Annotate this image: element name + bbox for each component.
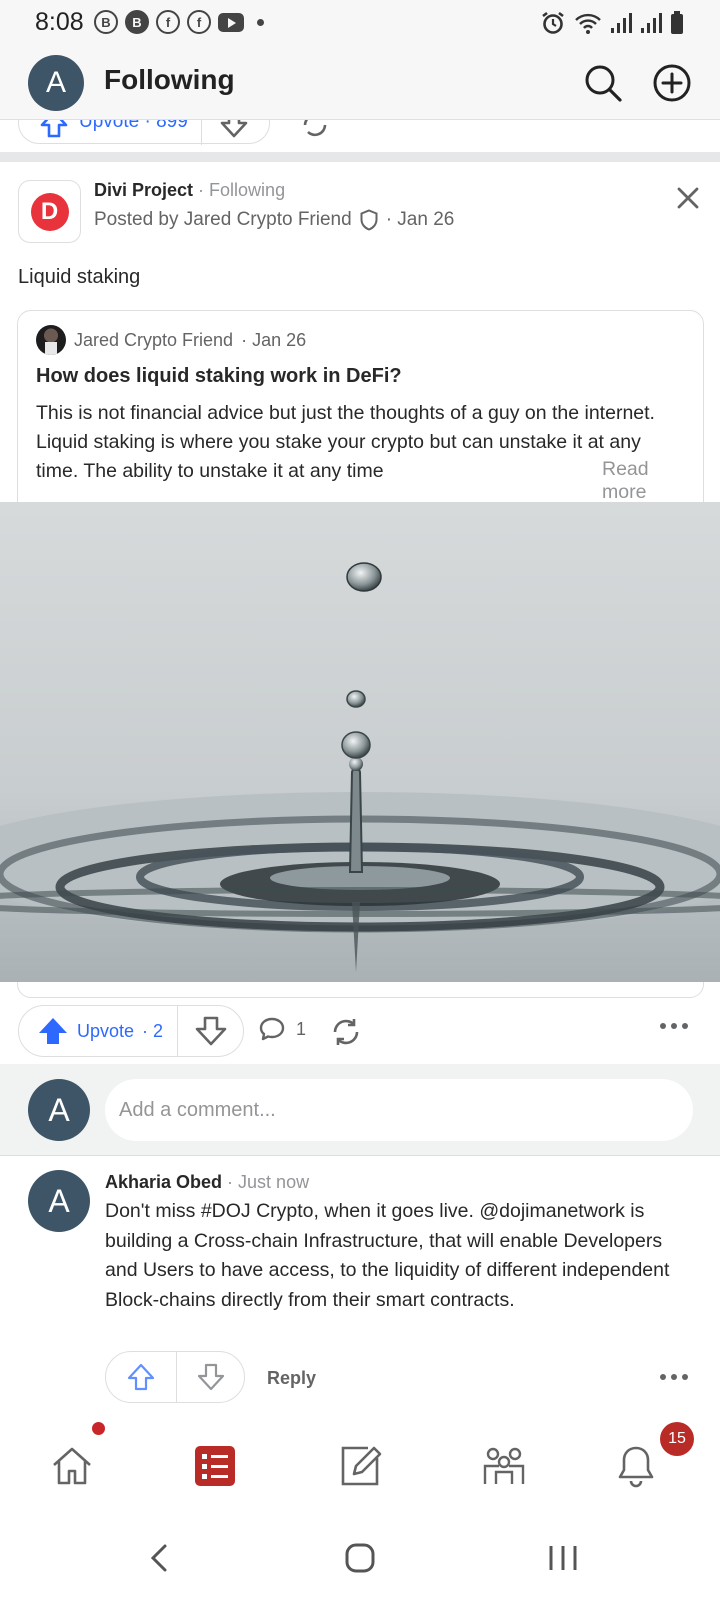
signal-icon <box>611 13 632 33</box>
previous-vote-pill[interactable]: Upvote · 899 <box>18 120 270 145</box>
comment-body: Don't miss #DOJ Crypto, when it goes liv… <box>105 1200 670 1311</box>
upvote-icon <box>127 1363 155 1391</box>
water-drop-image <box>0 502 720 982</box>
upvote-button[interactable]: Upvote · 2 <box>19 1006 177 1056</box>
status-bar: 8:08 B B f f <box>0 0 720 46</box>
spaces-icon <box>483 1447 525 1484</box>
add-post-button[interactable] <box>652 63 692 103</box>
post-image[interactable] <box>0 502 720 982</box>
home-unread-dot <box>92 1422 105 1435</box>
user-avatar: A <box>28 1079 90 1141</box>
dot-icon <box>257 18 264 26</box>
upvote-label: Upvote <box>77 1020 135 1041</box>
reply-button[interactable]: Reply <box>267 1368 316 1389</box>
space-line: Divi Project · Following <box>94 180 285 201</box>
wifi-icon <box>575 13 601 34</box>
notification-badge: 15 <box>660 1422 694 1456</box>
downvote-button[interactable] <box>178 1006 244 1056</box>
posted-by[interactable]: Posted by Jared Crypto Friend <box>94 209 352 231</box>
dismiss-post-button[interactable] <box>672 182 704 214</box>
space-name[interactable]: Divi Project <box>94 180 193 200</box>
profile-avatar[interactable]: A <box>28 55 84 111</box>
comment-vote-pill <box>105 1351 245 1403</box>
facebook-icon: f <box>156 10 180 34</box>
home-icon <box>53 1447 91 1485</box>
home-circle-icon[interactable] <box>340 1538 380 1578</box>
notification-icons: B B f f <box>94 10 264 34</box>
share-button[interactable] <box>330 1016 362 1048</box>
close-icon <box>677 187 699 209</box>
share-icon[interactable] <box>300 120 330 140</box>
comment-button[interactable]: 1 <box>258 1015 306 1043</box>
previous-upvote-label: Upvote · 899 <box>79 120 188 132</box>
upvote-count: · 2 <box>142 1020 164 1041</box>
feed-divider <box>0 152 720 162</box>
bottom-navigation: 15 <box>0 1408 720 1524</box>
commenter-avatar[interactable]: A <box>28 1170 90 1232</box>
pill-divider <box>201 120 202 145</box>
back-icon[interactable] <box>140 1538 180 1578</box>
nav-following[interactable] <box>165 1408 265 1524</box>
share-icon <box>333 1019 359 1045</box>
search-button[interactable] <box>583 63 623 103</box>
nav-spaces[interactable] <box>454 1408 554 1524</box>
post-action-row: Upvote · 2 1 <box>0 1003 720 1059</box>
nav-answer[interactable] <box>310 1408 410 1524</box>
author-avatar[interactable] <box>36 325 66 355</box>
read-more-link[interactable]: Read more <box>578 458 703 504</box>
plus-circle-icon <box>653 64 691 102</box>
shared-author-row: Jared Crypto Friend · Jan 26 <box>36 325 306 355</box>
moderator-shield-icon <box>360 209 378 231</box>
comment-time: · Just now <box>222 1172 310 1192</box>
b-circle-icon: B <box>94 10 118 34</box>
post-header: D Divi Project · Following Posted by Jar… <box>0 162 720 262</box>
comment-meta: Akharia Obed · Just now <box>105 1172 309 1193</box>
downvote-icon <box>220 120 248 138</box>
comment-item: A Akharia Obed · Just now Don't miss #DO… <box>0 1156 720 1406</box>
excerpt-fade <box>518 457 578 489</box>
upvote-icon <box>40 120 68 138</box>
vote-pill: Upvote · 2 <box>18 1005 244 1057</box>
comment-input[interactable] <box>105 1079 693 1141</box>
post-text: Liquid staking <box>18 266 141 288</box>
notifications-icon <box>618 1446 654 1488</box>
b-circle-filled-icon: B <box>125 10 149 34</box>
system-icons <box>540 10 684 36</box>
comment-composer: A <box>0 1064 720 1156</box>
previous-post-strip: Upvote · 899 <box>0 120 720 152</box>
divi-logo-icon: D <box>30 192 69 231</box>
commenter-name[interactable]: Akharia Obed <box>105 1172 222 1192</box>
battery-icon <box>671 11 683 34</box>
alarm-icon <box>542 11 564 34</box>
facebook-icon: f <box>187 10 211 34</box>
system-navigation-bar <box>0 1524 720 1600</box>
more-options-icon[interactable] <box>660 1374 688 1380</box>
status-time: 8:08 <box>35 8 84 36</box>
recent-apps-icon[interactable] <box>543 1538 583 1578</box>
nav-home[interactable] <box>22 1408 122 1524</box>
youtube-icon <box>218 12 244 32</box>
downvote-icon <box>197 1363 225 1391</box>
signal-icon <box>641 13 662 33</box>
comment-count: 1 <box>296 1018 307 1039</box>
search-icon <box>585 65 622 102</box>
comment-bubble-icon <box>259 1017 285 1041</box>
question-title[interactable]: How does liquid staking work in DeFi? <box>36 365 402 388</box>
shared-date: · Jan 26 <box>241 329 307 350</box>
following-icon <box>195 1446 235 1486</box>
downvote-icon <box>195 1016 227 1046</box>
comment-upvote-button[interactable] <box>106 1352 176 1402</box>
posted-by-line: Posted by Jared Crypto Friend · Jan 26 <box>94 209 454 231</box>
follow-status: · Following <box>193 180 286 200</box>
space-logo[interactable]: D <box>18 180 81 243</box>
write-icon <box>341 1446 382 1486</box>
app-bar: A Following <box>0 46 720 120</box>
upvote-filled-icon <box>39 1018 67 1044</box>
shared-author[interactable]: Jared Crypto Friend <box>74 330 233 351</box>
comment-downvote-button[interactable] <box>177 1352 245 1402</box>
page-title: Following <box>104 64 235 95</box>
post-date: · Jan 26 <box>385 209 455 230</box>
more-options-icon[interactable] <box>660 1023 688 1029</box>
